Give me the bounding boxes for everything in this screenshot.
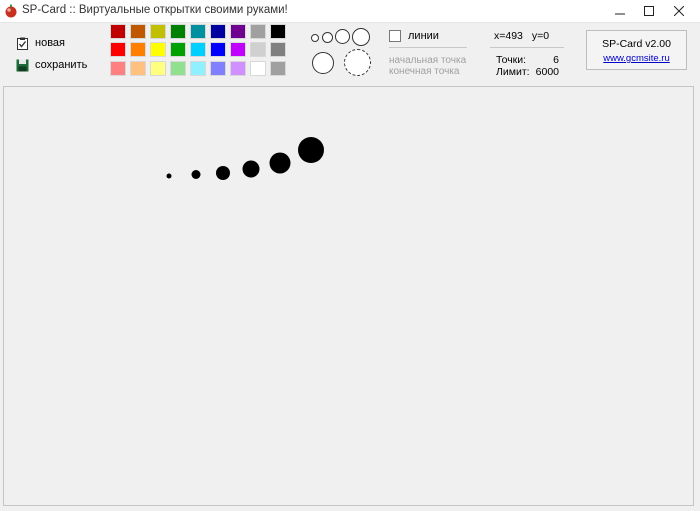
brush-size-small[interactable] [322,32,333,43]
canvas-point [191,170,201,179]
color-palette [110,23,290,83]
maximize-button[interactable] [636,2,662,19]
eraser-brush-dashed[interactable] [344,49,371,76]
website-link[interactable]: www.gcmsite.ru [587,53,686,64]
save-button-label: сохранить [35,59,88,71]
end-point-label: конечная точка [389,66,460,77]
color-swatch[interactable] [250,24,266,39]
new-button[interactable]: новая [16,35,65,51]
color-swatch[interactable] [270,61,286,76]
brush-size-large[interactable] [352,28,370,46]
window-title: SP-Card :: Виртуальные открытки своими р… [22,4,288,16]
clipboard-check-icon [17,37,28,50]
coord-y: y=0 [531,30,550,42]
canvas-point [242,160,260,178]
color-swatch[interactable] [130,61,146,76]
coord-x: x=493 [494,30,523,42]
points-label: Точки: [496,54,527,66]
lines-checkbox[interactable]: линии [389,30,439,42]
canvas-point [298,137,324,163]
color-swatch[interactable] [130,42,146,57]
color-swatch[interactable] [110,24,126,39]
brush-size-picker [305,23,377,83]
color-swatch[interactable] [210,42,226,57]
brush-size-tiny[interactable] [311,34,319,42]
brush-size-medium[interactable] [335,29,350,44]
version-label: SP-Card v2.00 [602,38,671,50]
color-swatch[interactable] [190,24,206,39]
color-swatch[interactable] [210,61,226,76]
canvas-point [166,173,172,179]
checkbox-box [389,30,401,42]
brush-size-extra-large[interactable] [312,52,334,74]
floppy-disk-icon [16,59,29,71]
color-swatch[interactable] [230,42,246,57]
color-swatch[interactable] [230,61,246,76]
color-swatch[interactable] [270,24,286,39]
color-swatch[interactable] [110,61,126,76]
limit-value: 6000 [535,66,559,78]
color-swatch[interactable] [270,42,286,57]
options-divider [389,47,467,48]
color-swatch[interactable] [250,61,266,76]
color-swatch[interactable] [210,24,226,39]
save-button[interactable]: сохранить [16,57,87,73]
minimize-button[interactable] [607,2,633,19]
app-window: SP-Card :: Виртуальные открытки своими р… [0,0,700,511]
canvas-point [269,152,291,174]
color-swatch[interactable] [150,61,166,76]
cursor-coordinates: x=493 y=0 [494,30,555,42]
toolbar: новая сохранить линии начальная точка ко… [0,23,700,83]
canvas-point [216,166,230,180]
color-swatch[interactable] [150,42,166,57]
color-swatch[interactable] [250,42,266,57]
start-point-label: начальная точка [389,55,467,66]
color-swatch[interactable] [150,24,166,39]
new-button-label: новая [35,37,65,49]
points-value: 6 [553,54,559,66]
close-button[interactable] [666,2,692,19]
close-icon [674,6,684,16]
maximize-icon [644,6,654,16]
color-swatch[interactable] [230,24,246,39]
stats-divider [490,47,564,48]
color-swatch[interactable] [110,42,126,57]
lines-checkbox-label: линии [408,30,439,42]
drawing-canvas[interactable] [3,86,694,506]
title-bar[interactable]: SP-Card :: Виртуальные открытки своими р… [0,0,700,23]
color-swatch[interactable] [130,24,146,39]
app-icon [5,4,17,18]
color-swatch[interactable] [170,42,186,57]
color-swatch[interactable] [170,61,186,76]
minimize-icon [615,13,625,15]
about-panel: SP-Card v2.00 www.gcmsite.ru [586,30,687,70]
color-swatch[interactable] [190,42,206,57]
limit-label: Лимит: [496,66,530,78]
color-swatch[interactable] [190,61,206,76]
canvas-drawing [166,137,324,180]
color-swatch[interactable] [170,24,186,39]
